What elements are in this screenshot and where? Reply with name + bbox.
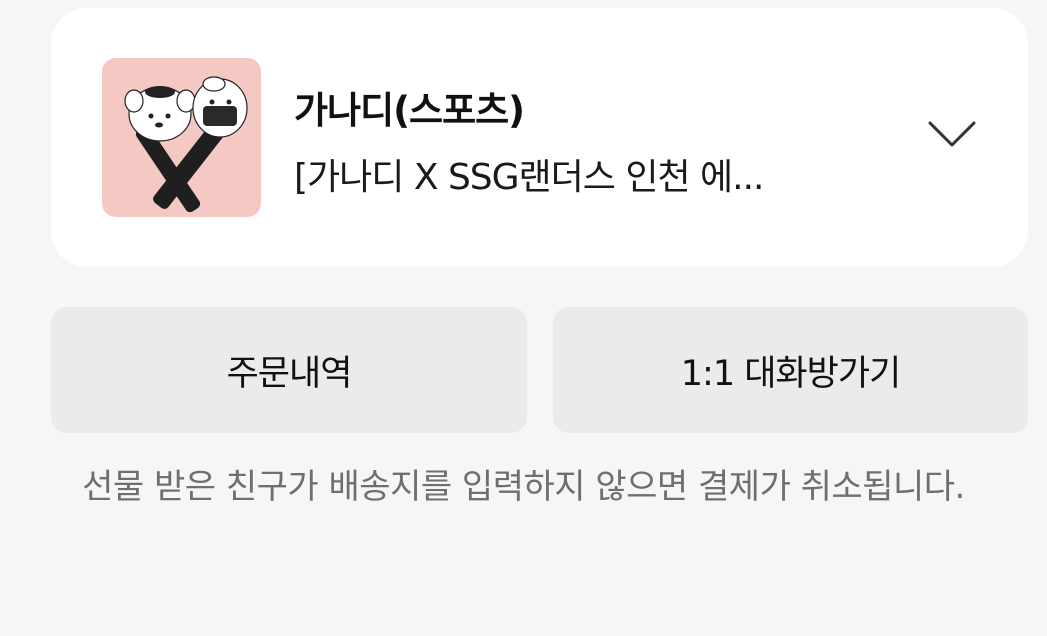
product-title: [가나디 X SSG랜더스 인천 에... <box>294 157 765 198</box>
product-card[interactable]: 가나디(스포츠) [가나디 X SSG랜더스 인천 에... <box>51 8 1028 267</box>
order-history-label: 주문내역 <box>226 353 353 394</box>
product-thumbnail <box>102 58 261 217</box>
product-brand: 가나디(스포츠) <box>294 89 525 132</box>
product-thumbnail-image <box>102 58 261 217</box>
chevron-down-icon[interactable] <box>927 118 977 152</box>
chat-room-label: 1:1 대화방가기 <box>680 353 901 394</box>
chat-room-button[interactable]: 1:1 대화방가기 <box>553 307 1028 433</box>
cancellation-notice: 선물 받은 친구가 배송지를 입력하지 않으면 결제가 취소됩니다. <box>82 467 965 507</box>
order-history-button[interactable]: 주문내역 <box>51 307 527 433</box>
